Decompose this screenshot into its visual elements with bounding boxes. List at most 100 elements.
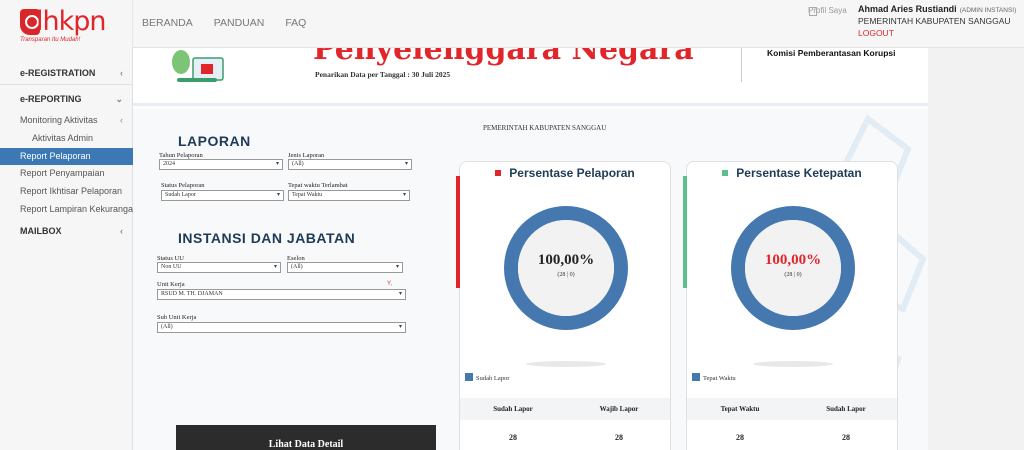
table-cell: 28 (842, 433, 850, 442)
sidebar-item-report-ikhtisar[interactable]: Report Ikhtisar Pelaporan (0, 186, 133, 196)
sidebar-item-monitoring[interactable]: Monitoring Aktivitas ‹ (0, 115, 133, 125)
sub-unit-label: Sub Unit Kerja (157, 314, 197, 321)
sidebar-item-label: Monitoring Aktivitas (20, 115, 98, 125)
bullet-icon (722, 170, 729, 176)
nav-beranda[interactable]: BERANDA (142, 17, 193, 29)
filter-panel: LAPORAN Tahun Pelaporan 2024 ▾ Jenis Lap… (153, 117, 453, 450)
jenis-select[interactable]: (All) ▾ (288, 159, 412, 170)
sidebar-item-registration[interactable]: e-REGISTRATION ‹ (0, 68, 133, 78)
dropdown-arrow-icon: ▾ (398, 291, 402, 297)
sidebar-item-label: MAILBOX (20, 226, 62, 236)
banner-divider (741, 48, 742, 82)
tepat-value: Tepat Waktu (292, 192, 323, 198)
right-gutter (928, 48, 1024, 450)
card-title: Persentase Pelaporan (460, 166, 670, 180)
table-row: 28 28 (687, 426, 897, 446)
bullet-icon (495, 170, 502, 176)
tepat-label: Tepat waktu Terlambat (288, 182, 348, 189)
detail-button[interactable]: Lihat Data Detail (176, 425, 436, 450)
uu-select[interactable]: Non UU ▾ (157, 262, 281, 273)
dashboard-banner: Penyelenggara Negara Penarikan Data per … (133, 48, 928, 106)
column-header: Wajib Lapor (599, 405, 639, 413)
table-header: Sudah Lapor Wajib Lapor (460, 398, 670, 420)
logout-link[interactable]: LOGOUT (858, 28, 894, 38)
banner-title: Penyelenggara Negara (313, 48, 694, 67)
sidebar-item-report-lampiran[interactable]: Report Lampiran Kekurangan (0, 204, 133, 214)
sidebar: e-REGISTRATION ‹ e-REPORTING ⌄ Monitorin… (0, 48, 133, 450)
legend: Sudah Lapor (465, 373, 509, 382)
dropdown-arrow-icon: ▾ (395, 264, 399, 270)
table-row: 28 28 (460, 426, 670, 446)
sidebar-item-label: e-REGISTRATION (20, 68, 96, 78)
tahun-select[interactable]: 2024 ▾ (159, 159, 283, 170)
donut-shadow (753, 361, 833, 367)
sub-unit-select[interactable]: (All) ▾ (157, 322, 406, 333)
chevron-left-icon: ‹ (120, 115, 123, 125)
data-date: Penarikan Data per Tanggal : 30 Juli 202… (315, 70, 451, 79)
user-name: Ahmad Aries Rustiandi (ADMIN INSTANSI) (858, 4, 1016, 14)
dropdown-arrow-icon: ▾ (398, 324, 402, 330)
card-accent-bar (683, 176, 687, 288)
sidebar-item-label: e-REPORTING (20, 94, 82, 104)
legend: Tepat Waktu (692, 373, 736, 382)
tahun-value: 2024 (163, 161, 175, 167)
column-header: Sudah Lapor (826, 405, 866, 413)
table-cell: 28 (615, 433, 623, 442)
uu-label: Status UU (157, 255, 184, 262)
donut-shadow (526, 361, 606, 367)
legend-swatch-icon (465, 373, 473, 381)
avatar[interactable]: Profil Saya (808, 6, 850, 34)
card-accent-bar (456, 176, 460, 288)
laporan-title: LAPORAN (178, 133, 251, 149)
chevron-left-icon: ‹ (120, 68, 123, 78)
column-header: Tepat Waktu (720, 405, 760, 413)
legend-swatch-icon (692, 373, 700, 381)
dropdown-arrow-icon: ▾ (402, 192, 406, 198)
banner-illustration-icon (172, 50, 224, 82)
status-select[interactable]: Sudah Lapor ▾ (161, 190, 284, 201)
user-org: PEMERINTAH KABUPATEN SANGGAU (858, 16, 1011, 26)
dropdown-arrow-icon: ▾ (276, 192, 280, 198)
sidebar-item-mailbox[interactable]: MAILBOX ‹ (0, 226, 133, 236)
logo[interactable]: lhkpn Transparan Itu Mudah! (0, 0, 133, 48)
nav-faq[interactable]: FAQ (285, 17, 306, 29)
eselon-value: (All) (291, 264, 303, 270)
card-title-text: Persentase Pelaporan (509, 166, 635, 180)
nav-panduan[interactable]: PANDUAN (214, 17, 265, 29)
report-org-title: PEMERINTAH KABUPATEN SANGGAU (483, 124, 607, 132)
logo-text: lhkpn (36, 6, 107, 37)
top-nav: BERANDA PANDUAN FAQ (142, 17, 327, 29)
eselon-select[interactable]: (All) ▾ (287, 262, 403, 273)
top-header: lhkpn Transparan Itu Mudah! BERANDA PAND… (0, 0, 1024, 48)
jenis-value: (All) (292, 161, 304, 167)
card-title: Persentase Ketepatan (687, 166, 897, 180)
status-label: Status Pelaporan (161, 182, 205, 189)
donut-chart: 100,00% (28 | 0) (502, 204, 630, 332)
sidebar-item-reporting[interactable]: e-REPORTING ⌄ (0, 94, 133, 104)
unit-select[interactable]: RSUD M. TH. DJAMAN ▾ (157, 289, 406, 300)
unit-label: Unit Kerja (157, 281, 185, 288)
card-title-text: Persentase Ketepatan (736, 166, 862, 180)
donut-chart: 100,00% (28 | 0) (729, 204, 857, 332)
filter-icon[interactable]: Y‚ (387, 281, 392, 287)
donut-percent: 100,00% (537, 252, 595, 268)
sidebar-item-report-penyampaian[interactable]: Report Penyampaian (0, 168, 133, 178)
sidebar-item-aktivitas-admin[interactable]: Aktivitas Admin (0, 133, 133, 143)
tepat-select[interactable]: Tepat Waktu ▾ (288, 190, 410, 201)
card-persentase-pelaporan: Persentase Pelaporan 100,00% (28 | 0) Su… (456, 161, 671, 450)
tahun-label: Tahun Pelaporan (159, 152, 203, 159)
jenis-label: Jenis Laporan (288, 152, 325, 159)
donut-count: (28 | 0) (557, 272, 575, 278)
main-content: Penyelenggara Negara Penarikan Data per … (133, 48, 928, 450)
chevron-left-icon: ‹ (120, 226, 123, 236)
report-dashboard: PEMERINTAH KABUPATEN SANGGAU LAPORAN Tah… (133, 109, 928, 450)
dropdown-arrow-icon: ▾ (404, 161, 408, 167)
legend-label: Tepat Waktu (703, 375, 736, 382)
dropdown-arrow-icon: ▾ (275, 161, 279, 167)
table-cell: 28 (736, 433, 744, 442)
uu-value: Non UU (161, 264, 182, 270)
donut-percent: 100,00% (764, 252, 822, 268)
divider (0, 84, 133, 85)
logo-tagline: Transparan Itu Mudah! (20, 37, 81, 43)
sidebar-item-report-pelaporan[interactable]: Report Pelaporan (0, 148, 133, 165)
